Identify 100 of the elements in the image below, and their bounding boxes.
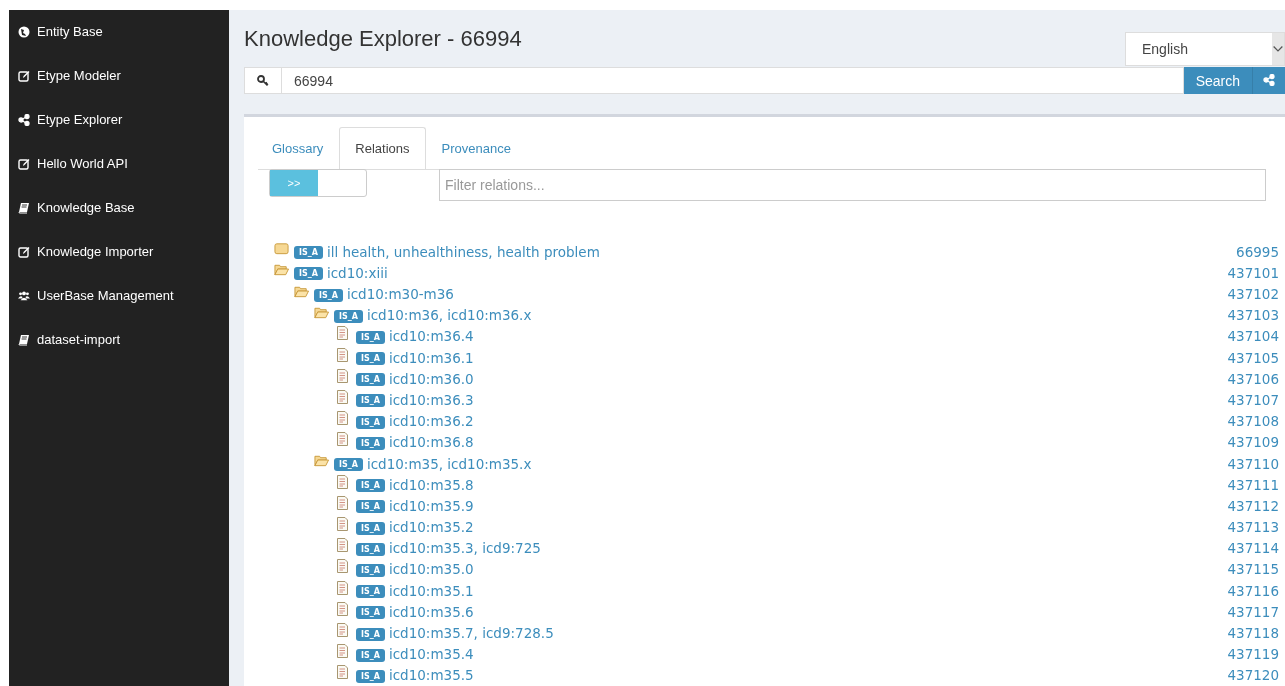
concept-id-link[interactable]: 437110 <box>1227 455 1279 472</box>
language-select[interactable]: English <box>1125 32 1285 66</box>
sidebar-item[interactable]: Knowledge Importer <box>9 230 229 274</box>
relation-badge: IS_A <box>356 479 385 493</box>
concept-link[interactable]: icd10:m36.8 <box>388 434 474 451</box>
concept-link[interactable]: icd10:m30-m36 <box>346 286 454 303</box>
concept-link[interactable]: icd10:m35.8 <box>388 476 474 493</box>
document-icon <box>337 411 348 426</box>
relation-badge: IS_A <box>356 500 385 514</box>
relation-badge: IS_A <box>356 373 385 387</box>
document-icon <box>337 474 348 489</box>
concept-id-link[interactable]: 437111 <box>1227 476 1279 493</box>
document-icon <box>337 538 348 553</box>
concept-link[interactable]: icd10:m36.0 <box>388 370 474 387</box>
concept-id-link[interactable]: 437114 <box>1227 540 1279 557</box>
document-icon <box>337 517 348 532</box>
concept-link[interactable]: icd10:m35.2 <box>388 519 474 536</box>
concept-id-link[interactable]: 437118 <box>1227 625 1279 642</box>
open-folder-icon[interactable] <box>314 305 329 319</box>
concept-id-link[interactable]: 437102 <box>1227 286 1279 303</box>
concept-id-link[interactable]: 437103 <box>1227 307 1279 324</box>
document-icon <box>337 368 348 383</box>
concept-link[interactable]: ill health, unhealthiness, health problem <box>326 243 600 260</box>
concept-id-link[interactable]: 437104 <box>1227 328 1279 345</box>
toggle-switch[interactable]: >> <box>269 169 367 198</box>
tab[interactable]: Relations <box>339 127 426 170</box>
relation-badge: IS_A <box>294 267 323 281</box>
share-icon <box>1263 73 1275 86</box>
relation-badge: IS_A <box>356 542 385 556</box>
concept-id-link[interactable]: 437117 <box>1227 603 1279 620</box>
concept-link[interactable]: icd10:m36.2 <box>388 413 474 430</box>
open-folder-icon[interactable] <box>314 454 329 468</box>
sidebar-item[interactable]: Hello World API <box>9 142 229 186</box>
concept-link[interactable]: icd10:m36.4 <box>388 328 474 345</box>
document-icon <box>337 326 348 341</box>
concept-link[interactable]: icd10:m35.5 <box>388 667 474 684</box>
concept-link[interactable]: icd10:xiii <box>326 264 388 281</box>
folder-icon[interactable] <box>274 242 289 256</box>
concept-link[interactable]: icd10:m35.6 <box>388 603 474 620</box>
sidebar-item[interactable]: Entity Base <box>9 10 229 54</box>
concept-id-link[interactable]: 437101 <box>1227 264 1279 281</box>
relation-badge: IS_A <box>356 563 385 577</box>
concept-id-link[interactable]: 437107 <box>1227 391 1279 408</box>
relation-badge: IS_A <box>356 394 385 408</box>
document-icon <box>337 559 348 574</box>
concept-id-link[interactable]: 437116 <box>1227 582 1279 599</box>
book-icon <box>18 334 30 346</box>
sidebar-item[interactable]: Knowledge Base <box>9 186 229 230</box>
sidebar-item[interactable]: dataset-import <box>9 318 229 362</box>
tab[interactable]: Glossary <box>256 127 340 170</box>
edit-icon <box>18 158 30 170</box>
relation-badge: IS_A <box>334 458 363 472</box>
sidebar-item[interactable]: Etype Modeler <box>9 54 229 98</box>
tab[interactable]: Provenance <box>425 127 527 170</box>
concept-id-link[interactable]: 437106 <box>1227 370 1279 387</box>
search-field[interactable]: 66994 <box>282 67 1184 95</box>
document-icon <box>337 644 348 659</box>
filter-field[interactable]: Filter relations... <box>439 169 1266 202</box>
relation-badge: IS_A <box>356 352 385 366</box>
concept-id-link[interactable]: 437119 <box>1227 646 1279 663</box>
concept-id-link[interactable]: 437112 <box>1227 497 1279 514</box>
sidebar-item[interactable]: UserBase Management <box>9 274 229 318</box>
document-icon <box>337 623 348 638</box>
document-icon <box>337 665 348 680</box>
relation-badge: IS_A <box>356 330 385 344</box>
document-icon <box>337 601 348 616</box>
relation-badge: IS_A <box>356 648 385 662</box>
concept-link[interactable]: icd10:m35.9 <box>388 497 474 514</box>
concept-link[interactable]: icd10:m35, icd10:m35.x <box>366 455 532 472</box>
concept-id-link[interactable]: 437108 <box>1227 413 1279 430</box>
concept-id-link[interactable]: 437105 <box>1227 349 1279 366</box>
open-folder-icon[interactable] <box>294 284 309 298</box>
concept-id-link[interactable]: 437120 <box>1227 667 1279 684</box>
book-icon <box>18 202 30 214</box>
concept-link[interactable]: icd10:m36.3 <box>388 391 474 408</box>
concept-link[interactable]: icd10:m35.7, icd9:728.5 <box>388 625 554 642</box>
concept-id-link[interactable]: 437109 <box>1227 434 1279 451</box>
concept-link[interactable]: icd10:m35.0 <box>388 561 474 578</box>
document-icon <box>337 432 348 447</box>
concept-link[interactable]: icd10:m36.1 <box>388 349 474 366</box>
concept-link[interactable]: icd10:m35.1 <box>388 582 474 599</box>
document-icon <box>337 347 348 362</box>
concept-link[interactable]: icd10:m36, icd10:m36.x <box>366 307 532 324</box>
concept-link[interactable]: icd10:m35.3, icd9:725 <box>388 540 541 557</box>
caret-icon <box>1272 33 1284 65</box>
concept-id-link[interactable]: 66995 <box>1236 243 1279 260</box>
edit-icon <box>18 70 30 82</box>
concept-id-link[interactable]: 437115 <box>1227 561 1279 578</box>
sidebar-item[interactable]: Etype Explorer <box>9 98 229 142</box>
relation-badge: IS_A <box>314 288 343 302</box>
users-icon <box>18 290 30 302</box>
open-folder-icon[interactable] <box>274 263 289 277</box>
relation-badge: IS_A <box>356 627 385 641</box>
document-icon <box>337 389 348 404</box>
concept-link[interactable]: icd10:m35.4 <box>388 646 474 663</box>
share-button[interactable] <box>1253 67 1285 95</box>
search-button[interactable]: Search <box>1183 67 1253 95</box>
document-icon <box>337 495 348 510</box>
concept-id-link[interactable]: 437113 <box>1227 519 1279 536</box>
relation-badge: IS_A <box>356 436 385 450</box>
